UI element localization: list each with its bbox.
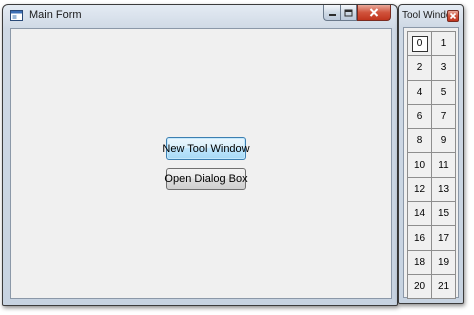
tool-cell-label: 9 xyxy=(440,135,447,147)
tool-cell-0[interactable]: 0 xyxy=(407,31,432,57)
close-button[interactable] xyxy=(357,5,391,21)
tool-cell-18[interactable]: 18 xyxy=(407,249,432,275)
tool-cell-label: 8 xyxy=(416,135,423,147)
tool-window: Tool Window 0 1 2 3 4 5 6 7 8 9 10 11 12 13 14 15 16 17 18… xyxy=(398,4,464,304)
close-icon xyxy=(369,8,379,17)
tool-cell-5[interactable]: 5 xyxy=(431,79,456,105)
tool-cell-label: 15 xyxy=(437,208,450,220)
tool-cell-label: 3 xyxy=(440,62,447,74)
tool-cell-3[interactable]: 3 xyxy=(431,55,456,81)
tool-button-grid: 0 1 2 3 4 5 6 7 8 9 10 11 12 13 14 15 16 17 18 19 20 21 xyxy=(407,31,456,300)
caption-buttons xyxy=(323,5,391,22)
tool-cell-13[interactable]: 13 xyxy=(431,176,456,203)
tool-cell-8[interactable]: 8 xyxy=(407,128,432,154)
tool-cell-label: 12 xyxy=(413,183,426,195)
tool-cell-label: 10 xyxy=(413,159,426,171)
tool-cell-12[interactable]: 12 xyxy=(407,176,432,203)
tool-cell-label: 13 xyxy=(437,183,450,195)
tool-cell-label: 17 xyxy=(437,232,450,244)
tool-cell-21[interactable]: 21 xyxy=(431,273,456,300)
tool-cell-19[interactable]: 19 xyxy=(431,249,456,275)
close-icon xyxy=(449,12,457,20)
tool-cell-label: 20 xyxy=(413,281,426,293)
tool-cell-17[interactable]: 17 xyxy=(431,225,456,251)
tool-cell-1[interactable]: 1 xyxy=(431,31,456,57)
tool-cell-15[interactable]: 15 xyxy=(431,201,456,227)
tool-cell-10[interactable]: 10 xyxy=(407,152,432,178)
tool-cell-label: 16 xyxy=(413,232,426,244)
tool-cell-label: 14 xyxy=(413,208,426,220)
minimize-icon xyxy=(328,13,336,16)
tool-cell-label: 18 xyxy=(413,256,426,268)
main-form-window: Main Form New Tool Window Open Dialog Bo… xyxy=(2,4,398,306)
main-form-title: Main Form xyxy=(29,9,82,21)
new-tool-window-button[interactable]: New Tool Window xyxy=(162,137,250,160)
tool-cell-label: 7 xyxy=(440,111,447,123)
tool-cell-4[interactable]: 4 xyxy=(407,79,432,105)
tool-window-client-area: 0 1 2 3 4 5 6 7 8 9 10 11 12 13 14 15 16 17 18 19 20 21 xyxy=(403,27,459,300)
tool-cell-label: 1 xyxy=(440,38,447,50)
tool-cell-16[interactable]: 16 xyxy=(407,225,432,251)
tool-cell-9[interactable]: 9 xyxy=(431,128,456,154)
main-form-titlebar[interactable]: Main Form xyxy=(3,5,397,27)
tool-cell-7[interactable]: 7 xyxy=(431,103,456,130)
tool-cell-6[interactable]: 6 xyxy=(407,103,432,130)
minimize-button[interactable] xyxy=(323,5,340,21)
tool-cell-label: 6 xyxy=(416,111,423,123)
maximize-button[interactable] xyxy=(340,5,357,21)
main-form-client-area: New Tool Window Open Dialog Box xyxy=(10,28,392,299)
tool-cell-label: 4 xyxy=(416,86,423,98)
form-window-icon xyxy=(10,10,23,21)
tool-cell-label: 0 xyxy=(411,35,428,52)
tool-cell-label: 21 xyxy=(437,281,450,293)
tool-cell-label: 11 xyxy=(438,159,449,171)
tool-cell-label: 19 xyxy=(437,256,450,268)
tool-cell-label: 5 xyxy=(440,86,447,98)
tool-cell-label: 2 xyxy=(416,62,423,74)
open-dialog-box-button[interactable]: Open Dialog Box xyxy=(164,168,248,190)
tool-window-close-button[interactable] xyxy=(447,10,459,22)
tool-cell-11[interactable]: 11 xyxy=(431,152,456,178)
maximize-icon xyxy=(344,9,353,16)
tool-cell-14[interactable]: 14 xyxy=(407,201,432,227)
tool-cell-2[interactable]: 2 xyxy=(407,55,432,81)
tool-cell-20[interactable]: 20 xyxy=(407,273,432,300)
